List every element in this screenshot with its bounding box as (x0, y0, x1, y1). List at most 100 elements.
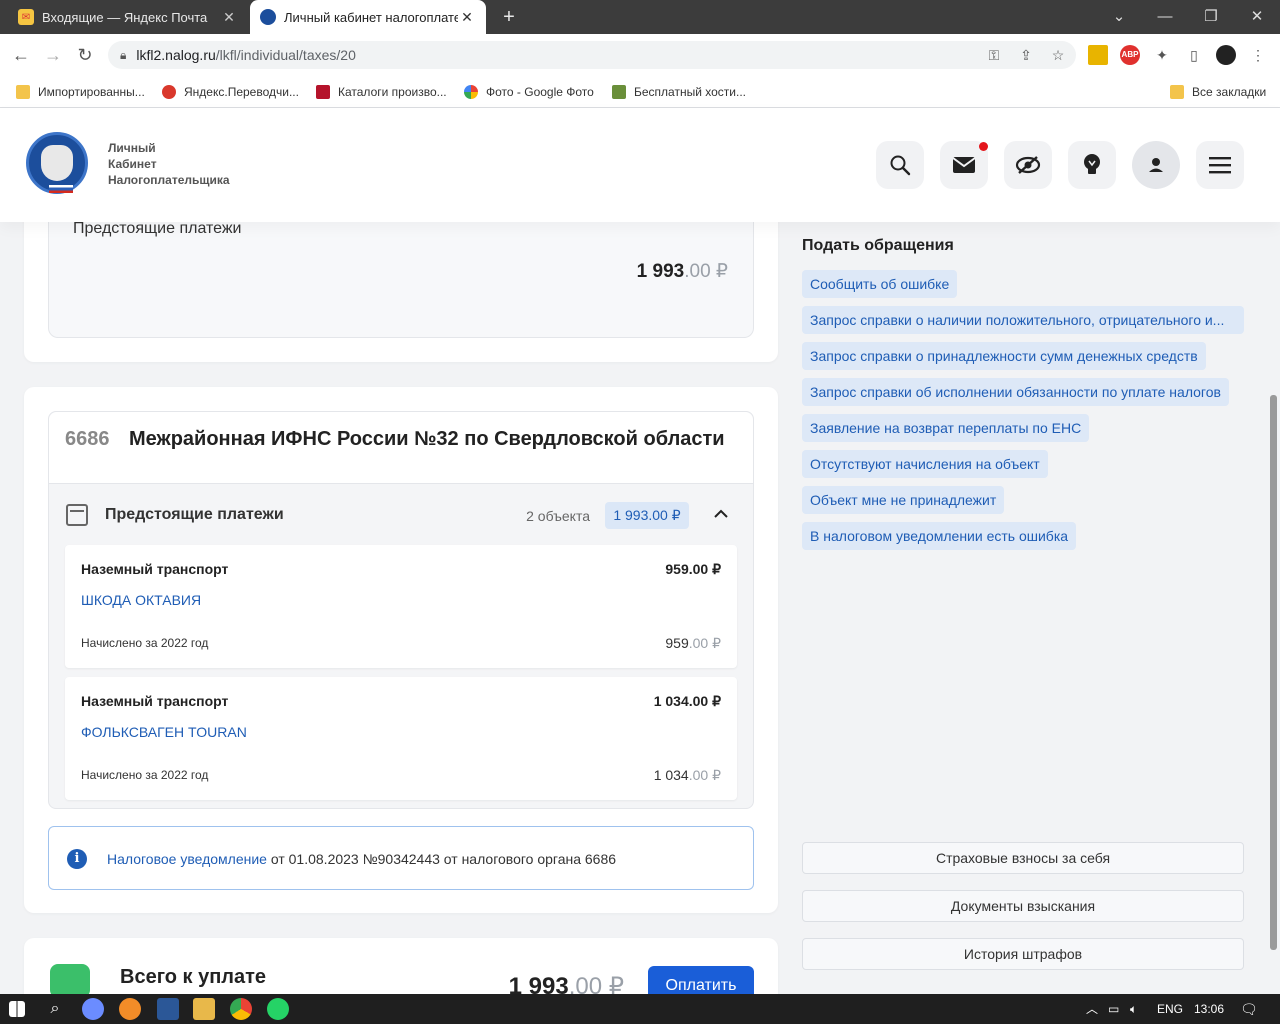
clock[interactable]: 13:06 (1194, 994, 1224, 1024)
amount-int: 959 (665, 635, 689, 651)
adblock-icon[interactable]: ABP (1120, 45, 1140, 65)
appeal-link[interactable]: Заявление на возврат переплаты по ЕНС (802, 414, 1090, 442)
fines-history-button[interactable]: История штрафов (802, 938, 1244, 970)
amount-frac: .00 ₽ (684, 261, 728, 282)
tab-nalog[interactable]: Личный кабинет налогоплател ✕ (250, 0, 486, 34)
bookmark-label: Яндекс.Переводчи... (184, 85, 299, 99)
fns-logo[interactable] (26, 132, 88, 194)
upcoming-summary-amount: 1 993.00 ₽ (500, 260, 728, 283)
chrome-menu-icon[interactable]: ⋮ (1248, 45, 1268, 65)
notifications-icon[interactable]: 🗨︎ (1240, 994, 1258, 1024)
network-icon[interactable]: ▭ (1108, 994, 1119, 1024)
word-icon[interactable] (157, 998, 179, 1020)
tax-item-amount: 1 034.00 ₽ (653, 693, 721, 709)
appeal-link[interactable]: Запрос справки о наличии положительного,… (802, 306, 1244, 334)
nalog-favicon-icon (260, 9, 276, 25)
brand-line: Налогоплательщика (108, 173, 230, 187)
tab-close-icon[interactable]: ✕ (220, 9, 238, 26)
chrome-icon[interactable] (230, 998, 252, 1020)
tax-notice-link[interactable]: Налоговое уведомление (107, 851, 267, 867)
upcoming-summary-label: Предстоящие платежи (73, 220, 242, 237)
volume-icon[interactable]: 🔈︎ (1130, 994, 1137, 1024)
extension-bookmark-icon[interactable] (1088, 45, 1108, 65)
windows-start-icon[interactable] (9, 1001, 25, 1017)
info-icon: i (67, 849, 87, 869)
collapse-chevron-up-icon[interactable] (708, 502, 734, 528)
tab-yandex-mail[interactable]: ✉ Входящие — Яндекс Почта ✕ (8, 0, 248, 34)
upcoming-payments-label: Предстоящие платежи (105, 506, 284, 523)
tax-notice-text: Налоговое уведомление от 01.08.2023 №903… (107, 851, 616, 867)
bookmark-label: Бесплатный хости... (634, 85, 746, 99)
google-photos-icon (464, 85, 478, 99)
tips-button[interactable] (1068, 141, 1116, 189)
appeal-link[interactable]: Запрос справки об исполнении обязанности… (802, 378, 1229, 406)
appeal-link[interactable]: Сообщить об ошибке (802, 270, 958, 298)
side-panel-icon[interactable]: ▯ (1184, 45, 1204, 65)
appeals-title: Подать обращения (802, 237, 954, 254)
bookmark-star-icon[interactable]: ☆ (1048, 45, 1068, 65)
back-icon[interactable]: ← (8, 42, 34, 68)
tax-item-amount: 959.00 ₽ (665, 561, 721, 577)
reload-icon[interactable]: ↻ (72, 42, 98, 68)
bookmark-yandex-translate[interactable]: Яндекс.Переводчи... (162, 83, 299, 101)
taskbar-app-icon[interactable] (119, 998, 141, 1020)
taskbar-search-icon[interactable]: ⌕ (44, 998, 66, 1020)
key-icon[interactable]: ⚿ (984, 45, 1004, 65)
minimize-icon[interactable]: — (1142, 0, 1188, 34)
tax-item-accrued-label: Начислено за 2022 год (81, 768, 209, 782)
whatsapp-icon[interactable] (267, 998, 289, 1020)
amount-frac: .00 ₽ (688, 635, 721, 651)
tax-item-type: Наземный транспорт (81, 561, 229, 577)
page-scrollbar[interactable] (1270, 395, 1277, 950)
appeal-link[interactable]: Объект мне не принадлежит (802, 486, 1005, 514)
file-explorer-icon[interactable] (193, 998, 215, 1020)
forward-icon[interactable]: → (40, 42, 66, 68)
user-icon (1149, 158, 1163, 172)
tax-item: Наземный транспорт 959.00 ₽ ШКОДА ОКТАВИ… (65, 545, 737, 668)
brand-line: Личный (108, 141, 156, 155)
menu-button[interactable] (1196, 141, 1244, 189)
bookmark-imported[interactable]: Импортированны... (16, 83, 145, 101)
bookmark-label: Все закладки (1192, 85, 1267, 99)
profile-button[interactable] (1132, 141, 1180, 189)
amount-int: 1 034 (653, 767, 689, 783)
tab-close-icon[interactable]: ✕ (458, 9, 476, 26)
objects-count: 2 объекта (526, 508, 590, 524)
profile-avatar-icon[interactable] (1216, 45, 1236, 65)
bookmark-google-photos[interactable]: Фото - Google Фото (464, 83, 594, 101)
bookmark-free-hosting[interactable]: Бесплатный хости... (612, 83, 746, 101)
address-bar[interactable]: 🔒︎ lkfl2.nalog.ru/lkfl/individual/taxes/… (108, 41, 1076, 69)
collection-documents-button[interactable]: Документы взыскания (802, 890, 1244, 922)
amount-int: 1 993 (636, 261, 685, 282)
tray-chevron-up-icon[interactable]: ︿ (1086, 994, 1098, 1024)
share-icon[interactable]: ⇪ (1016, 45, 1036, 65)
extensions-puzzle-icon[interactable]: ✦ (1152, 45, 1172, 65)
tab-search-icon[interactable]: ⌄ (1096, 0, 1142, 34)
appeal-link[interactable]: В налоговом уведомлении есть ошибка (802, 522, 1077, 550)
language-indicator[interactable]: ENG (1157, 994, 1183, 1024)
catalog-icon (316, 85, 330, 99)
appeal-link[interactable]: Отсутствуют начисления на объект (802, 450, 1048, 478)
tax-item-object-link[interactable]: ШКОДА ОКТАВИЯ (81, 592, 201, 608)
lightbulb-icon (1084, 154, 1100, 174)
restore-icon[interactable]: ❐ (1188, 0, 1234, 34)
tax-item-object-link[interactable]: ФОЛЬКСВАГЕН TOURAN (81, 724, 247, 740)
taskbar-app-icon[interactable] (82, 998, 104, 1020)
window-close-icon[interactable]: ✕ (1234, 0, 1280, 34)
brand-line: Кабинет (108, 157, 157, 171)
hamburger-icon (1209, 157, 1231, 174)
folder-icon (1170, 85, 1184, 99)
site-brand[interactable]: Личный Кабинет Налогоплательщика (108, 140, 230, 188)
accessibility-button[interactable] (1004, 141, 1052, 189)
tab-title: Личный кабинет налогоплател (284, 9, 458, 25)
bookmark-catalogs[interactable]: Каталоги произво... (316, 83, 447, 101)
tax-item-accrued-amount: 1 034.00 ₽ (654, 767, 721, 784)
bookmark-all[interactable]: Все закладки (1170, 83, 1266, 101)
new-tab-button[interactable]: + (496, 5, 522, 29)
tax-notice-details: от 01.08.2023 №90342443 от налогового ор… (266, 851, 617, 867)
bookmarks-bar: Импортированны... Яндекс.Переводчи... Ка… (0, 76, 1280, 108)
search-button[interactable] (876, 141, 924, 189)
total-label: Всего к уплате (120, 966, 267, 988)
appeal-link[interactable]: Запрос справки о принадлежности сумм ден… (802, 342, 1206, 370)
insurance-contributions-button[interactable]: Страховые взносы за себя (802, 842, 1244, 874)
